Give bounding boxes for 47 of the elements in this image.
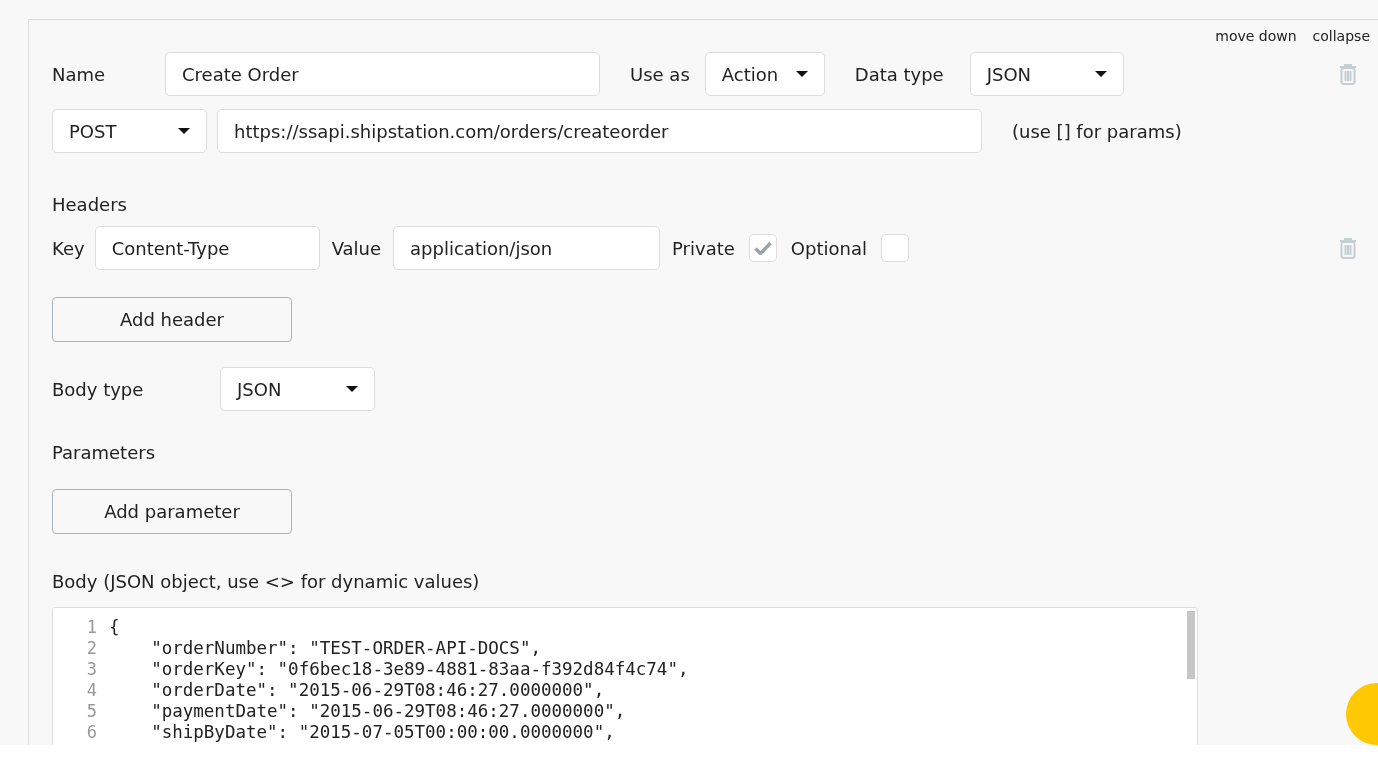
code-line: "orderDate": "2015-06-29T08:46:27.0000000", bbox=[150, 680, 606, 701]
line-number: 4 bbox=[85, 680, 97, 701]
line-number: 1 bbox=[85, 617, 97, 638]
field-label: Data type bbox=[854, 62, 944, 87]
body-type-dropdown[interactable]: JSON bbox=[220, 367, 375, 411]
field-label: Body (JSON object, use <> for dynamic values) bbox=[52, 570, 481, 594]
method-dropdown[interactable]: POST bbox=[52, 109, 207, 153]
field-label: Use as bbox=[630, 62, 690, 87]
code-line: "shipByDate": "2015-07-05T00:00:00.0000000", bbox=[150, 722, 616, 743]
code-line: "orderNumber": "TEST-ORDER-API-DOCS", bbox=[150, 638, 542, 659]
trash-icon[interactable] bbox=[1338, 237, 1358, 259]
add-header-button[interactable]: Add header bbox=[52, 297, 292, 342]
data-type-dropdown[interactable]: JSON bbox=[969, 52, 1124, 96]
use-as-dropdown[interactable]: Action bbox=[704, 52, 825, 96]
field-label: Body type bbox=[52, 377, 145, 402]
code-line: "paymentDate": "2015-06-29T08:46:27.0000000", bbox=[150, 701, 627, 722]
caret-icon bbox=[795, 71, 808, 77]
line-number: 5 bbox=[85, 701, 97, 722]
caret-icon bbox=[178, 128, 190, 134]
url-field[interactable]: https://ssapi.shipstation.com/orders/createorder bbox=[217, 109, 982, 153]
check-icon bbox=[753, 241, 772, 255]
section-title: Headers bbox=[52, 193, 128, 217]
section-title: Parameters bbox=[52, 441, 157, 465]
value-field[interactable]: application/json bbox=[393, 226, 661, 270]
line-number: 6 bbox=[85, 722, 97, 743]
line-number: 2 bbox=[85, 638, 97, 659]
code-line: { bbox=[109, 617, 121, 638]
trash-icon[interactable] bbox=[1338, 63, 1358, 85]
key-field[interactable]: Content-Type bbox=[94, 226, 320, 270]
link-text[interactable]: collapse bbox=[1312, 25, 1370, 47]
field-label: Value bbox=[331, 236, 382, 261]
code-editor[interactable] bbox=[52, 607, 1198, 745]
scrollbar[interactable] bbox=[1187, 611, 1195, 679]
private-checkbox[interactable] bbox=[748, 234, 777, 262]
field-label: Private bbox=[672, 236, 735, 261]
code-line: "orderKey": "0f6bec18-3e89-4881-83aa-f392d84f4c74", bbox=[150, 659, 689, 680]
name-field[interactable]: Create Order bbox=[165, 52, 600, 96]
line-number: 3 bbox=[85, 659, 97, 680]
optional-checkbox[interactable] bbox=[880, 234, 909, 262]
caret-icon bbox=[346, 386, 358, 392]
link-text[interactable]: move down bbox=[1215, 25, 1297, 47]
caret-icon bbox=[1094, 71, 1107, 77]
field-label: Name bbox=[52, 62, 107, 87]
field-label: Optional bbox=[790, 236, 867, 261]
field-label: Key bbox=[52, 236, 85, 261]
add-parameter-button[interactable]: Add parameter bbox=[52, 489, 292, 534]
hint-text: (use [] for params) bbox=[1012, 119, 1182, 144]
